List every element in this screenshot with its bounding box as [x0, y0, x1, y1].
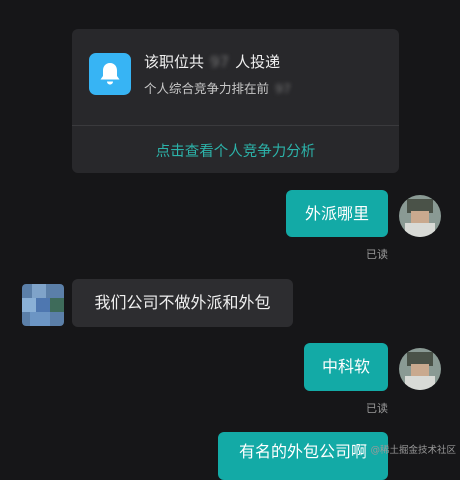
my-avatar[interactable]	[399, 195, 441, 237]
job-info-card: 该职位共 97 人投递 个人综合竞争力排在前 97 点击查看个人竞争力分析	[72, 29, 399, 173]
rank-value: 97	[275, 81, 291, 96]
competitiveness-analysis-link[interactable]: 点击查看个人竞争力分析	[72, 137, 399, 167]
message-bubble-mine[interactable]: 中科软	[304, 343, 388, 391]
recruiter-avatar[interactable]	[22, 284, 64, 326]
watermark: @稀土掘金技术社区	[370, 445, 456, 456]
applicant-count-value: 97	[210, 53, 230, 71]
job-info-header: 该职位共 97 人投递 个人综合竞争力排在前 97	[72, 29, 399, 125]
read-status: 已读	[366, 248, 388, 261]
card-divider	[72, 125, 399, 126]
message-bubble-mine[interactable]: 有名的外包公司啊	[218, 432, 388, 480]
rank-prefix: 个人综合竞争力排在前	[144, 81, 270, 96]
applicant-count-text: 该职位共 97 人投递	[144, 51, 280, 72]
my-avatar[interactable]	[399, 348, 441, 390]
bell-icon	[89, 53, 131, 95]
read-status: 已读	[366, 402, 388, 415]
applicant-count-prefix: 该职位共	[144, 53, 205, 71]
competitiveness-rank-text: 个人综合竞争力排在前 97	[144, 78, 297, 97]
message-bubble-mine[interactable]: 外派哪里	[286, 190, 388, 237]
applicant-count-suffix: 人投递	[235, 53, 281, 71]
message-bubble-other[interactable]: 我们公司不做外派和外包	[72, 279, 293, 327]
